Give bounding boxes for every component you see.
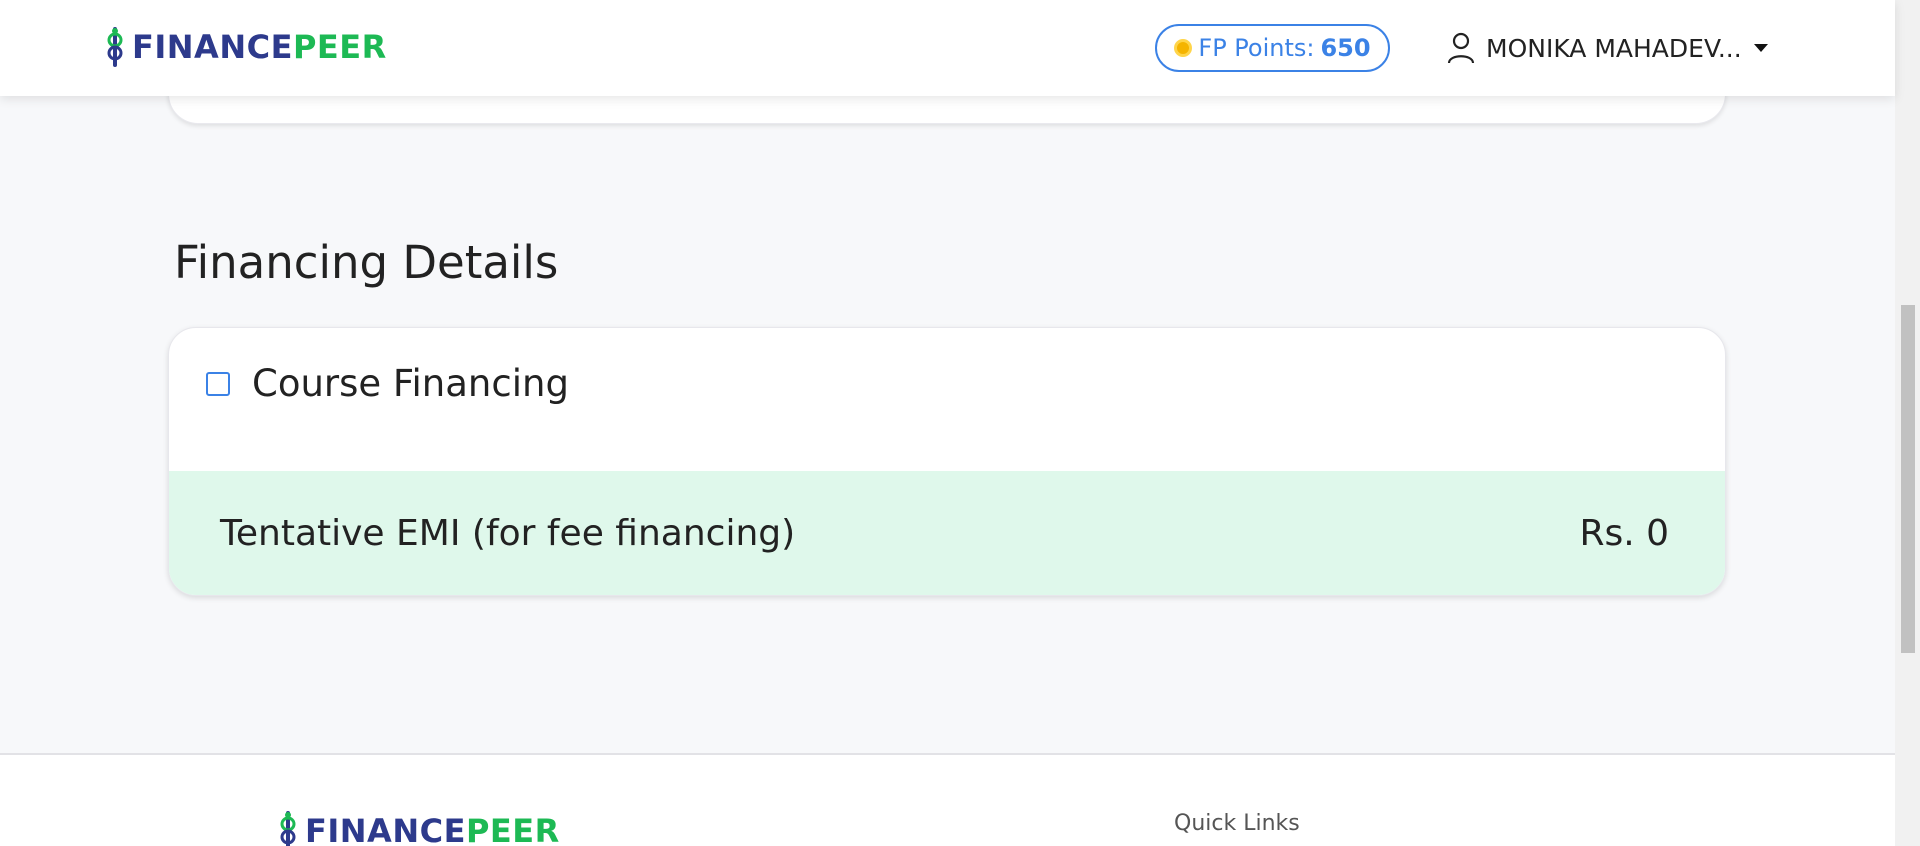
financing-details-title: Financing Details <box>174 236 559 289</box>
user-name: MONIKA MAHADEV... <box>1486 33 1742 63</box>
logo-mark-icon <box>107 27 123 67</box>
user-menu[interactable]: MONIKA MAHADEV... <box>1446 26 1768 70</box>
coin-icon <box>1174 39 1193 57</box>
footer-logo-text: FINANCEPEER <box>305 815 560 846</box>
person-icon <box>1447 32 1475 64</box>
emi-label: Tentative EMI (for fee financing) <box>220 512 796 554</box>
footer-logo-text-finance: FINANCE <box>305 812 466 846</box>
top-nav: FINANCEPEER FP Points: 650 MONIKA MAHADE… <box>0 0 1895 96</box>
logo-text-peer: PEER <box>292 28 387 66</box>
financing-card: Course Financing Tentative EMI (for fee … <box>168 327 1726 596</box>
emi-summary: Tentative EMI (for fee financing) Rs. 0 <box>169 471 1725 595</box>
page: FINANCEPEER FP Points: 650 MONIKA MAHADE… <box>0 0 1920 846</box>
quick-links-heading: Quick Links <box>1174 811 1300 836</box>
footer: FINANCEPEER Quick Links <box>0 753 1895 846</box>
caret-down-icon <box>1753 44 1768 52</box>
fp-points-label: FP Points: <box>1198 34 1315 62</box>
course-financing-option[interactable]: Course Financing <box>206 362 569 405</box>
logo-text: FINANCEPEER <box>132 31 387 63</box>
footer-logo-text-peer: PEER <box>465 812 560 846</box>
footer-logo[interactable]: FINANCEPEER <box>277 811 560 846</box>
financepeer-logo[interactable]: FINANCEPEER <box>104 27 387 67</box>
scrollbar-thumb[interactable] <box>1901 305 1915 653</box>
course-financing-checkbox[interactable] <box>206 371 230 396</box>
fp-points-value: 650 <box>1320 34 1371 62</box>
logo-mark-icon <box>280 811 296 846</box>
emi-value: Rs. 0 <box>1579 512 1669 554</box>
course-financing-label: Course Financing <box>252 362 569 405</box>
vertical-scrollbar[interactable] <box>1895 0 1920 846</box>
logo-text-finance: FINANCE <box>132 28 293 66</box>
fp-points-badge[interactable]: FP Points: 650 <box>1155 24 1390 72</box>
